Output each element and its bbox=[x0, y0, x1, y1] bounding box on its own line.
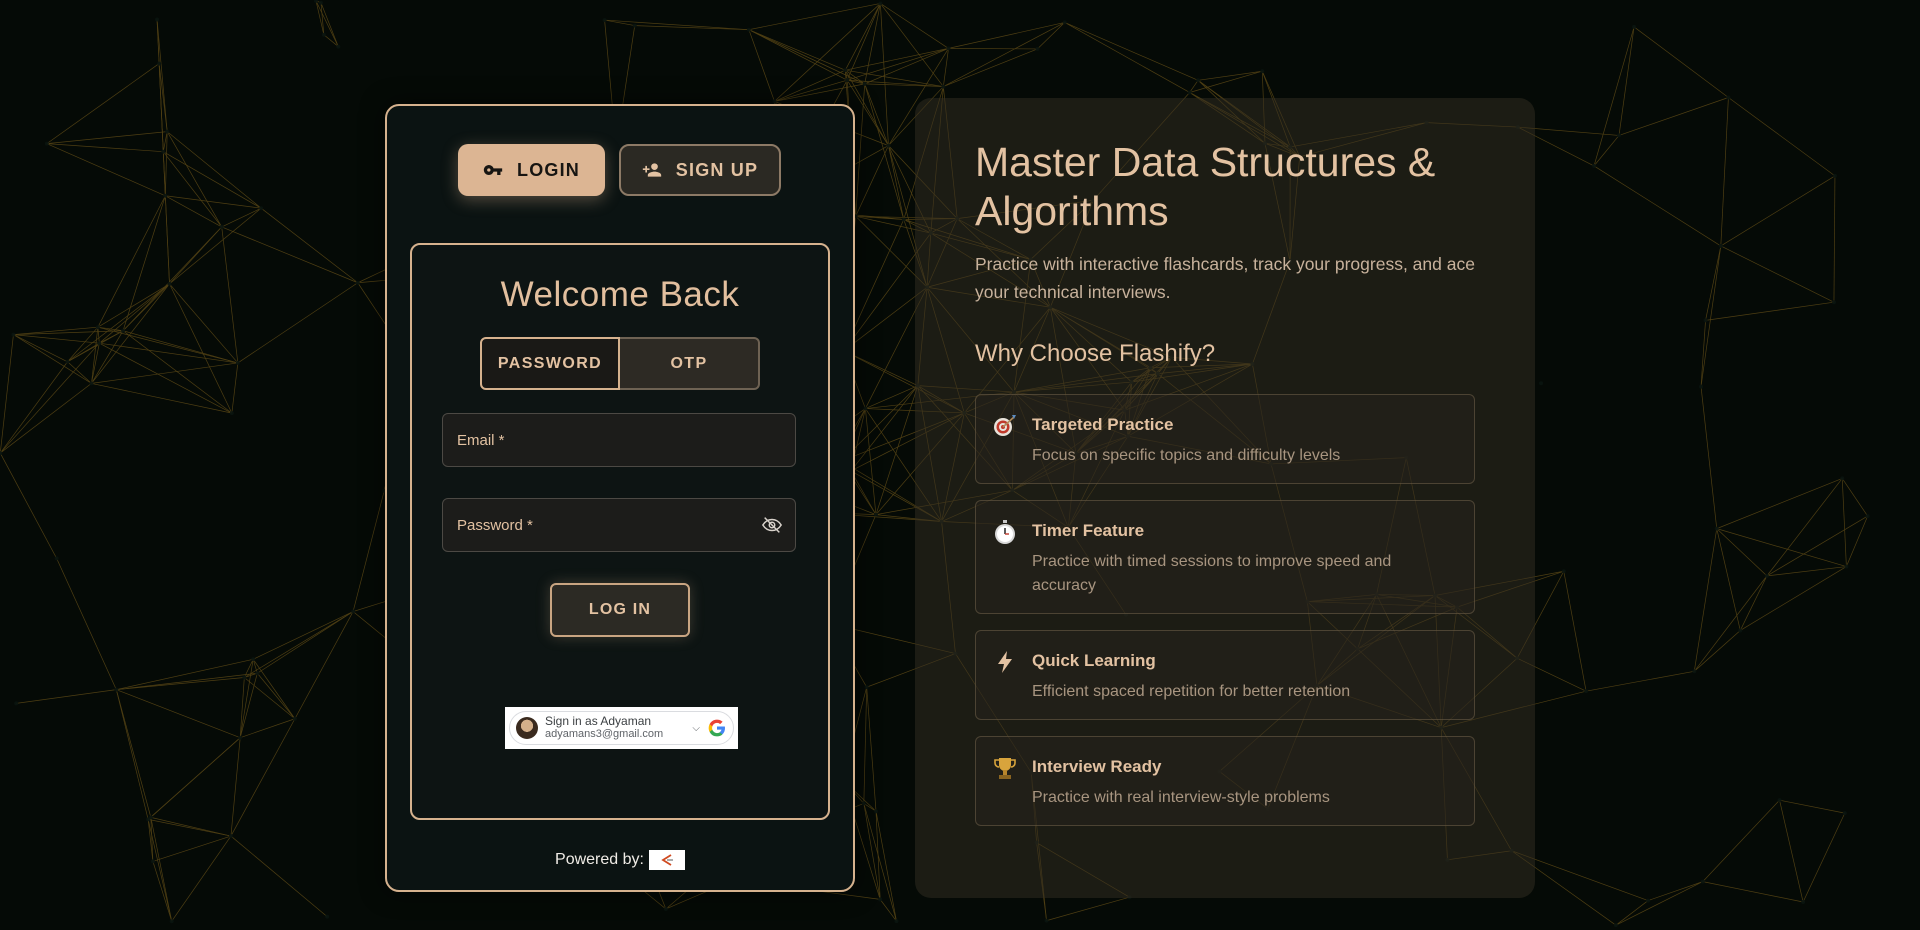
login-mode-toggle: PASSWORD OTP bbox=[480, 337, 760, 390]
page-title: Master Data Structures & Algorithms bbox=[975, 139, 1436, 234]
feature-title: Targeted Practice bbox=[1032, 415, 1174, 434]
feature-title: Interview Ready bbox=[1032, 757, 1162, 776]
google-account-name: Sign in as Adyaman bbox=[545, 714, 652, 728]
lightning-icon bbox=[998, 651, 1012, 673]
welcome-title: Welcome Back bbox=[500, 275, 740, 314]
feature-card: Interview Ready Practice with real inter… bbox=[975, 736, 1475, 826]
password-input[interactable] bbox=[443, 499, 795, 551]
feature-card: Targeted Practice Focus on specific topi… bbox=[975, 394, 1475, 484]
email-input[interactable] bbox=[443, 414, 795, 466]
feature-card: Timer Feature Practice with timed sessio… bbox=[975, 500, 1475, 614]
auth-card: LOGIN SIGN UP Welcome Back PASSWORD OTP … bbox=[385, 104, 855, 892]
feature-description: Focus on specific topics and difficulty … bbox=[1032, 447, 1341, 464]
feature-card: Quick Learning Efficient spaced repetiti… bbox=[975, 630, 1475, 720]
signup-tab-label: SIGN UP bbox=[675, 159, 759, 180]
chevron-down-icon: ⌵ bbox=[692, 722, 700, 734]
feature-description: Practice with timed sessions to improve … bbox=[1032, 553, 1392, 594]
info-panel: Master Data Structures & Algorithms Prac… bbox=[915, 98, 1535, 898]
login-tab-label: LOGIN bbox=[517, 159, 580, 180]
why-heading: Why Choose Flashify? bbox=[975, 340, 1216, 367]
feature-description: Efficient spaced repetition for better r… bbox=[1032, 683, 1351, 700]
feature-title: Quick Learning bbox=[1032, 651, 1156, 670]
google-signin-button[interactable]: Sign in as Adyaman adyamans3@gmail.com ⌵ bbox=[505, 707, 738, 749]
avatar bbox=[516, 717, 538, 739]
log-in-button[interactable]: LOG IN bbox=[550, 583, 690, 637]
google-logo-icon bbox=[708, 719, 725, 737]
page-subtitle: Practice with interactive flashcards, tr… bbox=[975, 254, 1475, 302]
key-icon bbox=[483, 165, 503, 175]
trophy-icon bbox=[994, 758, 1016, 779]
password-mode-button[interactable]: PASSWORD bbox=[480, 337, 620, 390]
login-tab[interactable]: LOGIN bbox=[458, 144, 605, 196]
powered-by-label: Powered by: bbox=[555, 851, 644, 868]
target-icon bbox=[994, 415, 1016, 436]
stopwatch-icon bbox=[995, 520, 1015, 544]
feature-title: Timer Feature bbox=[1032, 521, 1145, 540]
visibility-off-icon[interactable] bbox=[761, 514, 783, 536]
powered-by: Powered by: bbox=[387, 850, 853, 870]
signup-tab[interactable]: SIGN UP bbox=[619, 144, 781, 196]
login-form: Welcome Back PASSWORD OTP Email * Passwo… bbox=[410, 243, 830, 820]
auth-tabs: LOGIN SIGN UP bbox=[458, 144, 781, 196]
add-person-icon bbox=[642, 163, 661, 177]
otp-mode-button[interactable]: OTP bbox=[620, 337, 760, 390]
email-field[interactable]: Email * bbox=[442, 413, 796, 467]
password-field[interactable]: Password * bbox=[442, 498, 796, 552]
feature-description: Practice with real interview-style probl… bbox=[1032, 789, 1330, 806]
provider-logo bbox=[648, 850, 685, 870]
google-account-email: adyamans3@gmail.com bbox=[545, 728, 664, 740]
